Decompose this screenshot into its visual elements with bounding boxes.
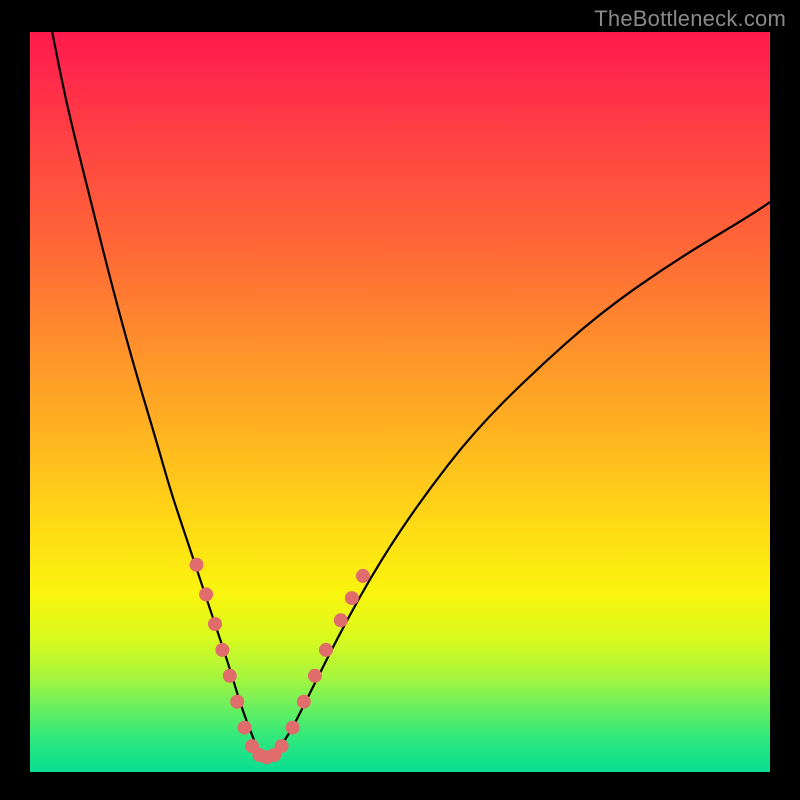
highlight-dot (230, 695, 244, 709)
highlight-dot (308, 669, 322, 683)
highlight-dot (319, 643, 333, 657)
curve-group (52, 32, 770, 756)
highlight-dots (190, 558, 371, 764)
highlight-dot (238, 721, 252, 735)
highlight-dot (199, 587, 213, 601)
chart-svg (30, 32, 770, 772)
highlight-dot (223, 669, 237, 683)
highlight-dot (215, 643, 229, 657)
watermark-text: TheBottleneck.com (594, 6, 786, 32)
highlight-dot (208, 617, 222, 631)
highlight-dot (190, 558, 204, 572)
highlight-dot (334, 613, 348, 627)
highlight-dot (286, 721, 300, 735)
highlight-dot (275, 739, 289, 753)
highlight-dot (345, 591, 359, 605)
chart-plot-area (30, 32, 770, 772)
highlight-dot (297, 695, 311, 709)
chart-frame: TheBottleneck.com (0, 0, 800, 800)
highlight-dot (356, 569, 370, 583)
bottleneck-curve (52, 32, 770, 756)
